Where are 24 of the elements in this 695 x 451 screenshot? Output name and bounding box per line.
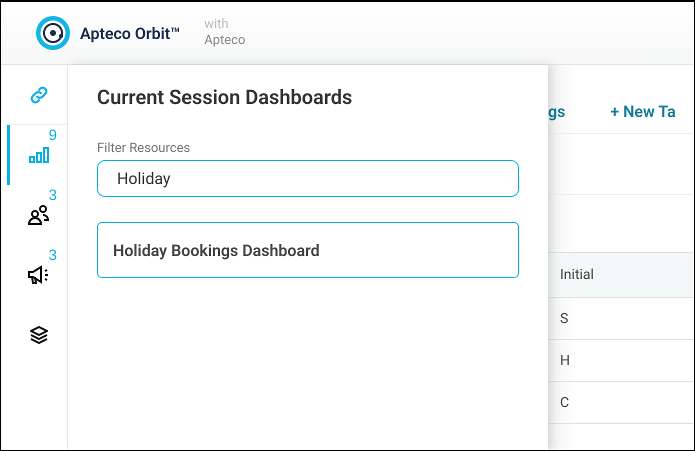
item-count: 3 — [48, 187, 57, 204]
app-name: Apteco Orbit™ — [80, 24, 180, 42]
with-name: Apteco — [204, 33, 246, 49]
bar-chart-icon — [28, 147, 48, 163]
item-count: 3 — [48, 247, 57, 264]
item-count: 9 — [48, 127, 57, 144]
dashboard-tab[interactable]: gs — [548, 102, 566, 121]
column-header: Initial — [560, 267, 594, 283]
table-cell: C — [560, 394, 570, 410]
table-cell: H — [560, 352, 570, 368]
orbit-logo-icon — [36, 16, 70, 50]
table-cell: S — [560, 310, 568, 326]
panel-title: Current Session Dashboards — [97, 85, 354, 109]
people-icon — [28, 205, 50, 225]
dashboard-tab[interactable]: + New Ta — [610, 102, 676, 121]
with-label: with — [204, 17, 230, 33]
campaigns-nav-item[interactable]: 3 — [7, 245, 67, 305]
megaphone-icon — [28, 265, 50, 285]
dashboard-result[interactable]: Holiday Bookings Dashboard — [97, 222, 519, 278]
link-icon — [28, 84, 50, 106]
layers-icon — [28, 325, 48, 345]
filter-field[interactable]: Holiday — [97, 160, 519, 197]
filter-label: Filter Resources — [97, 141, 192, 156]
audiences-nav-item[interactable]: 3 — [7, 185, 67, 245]
